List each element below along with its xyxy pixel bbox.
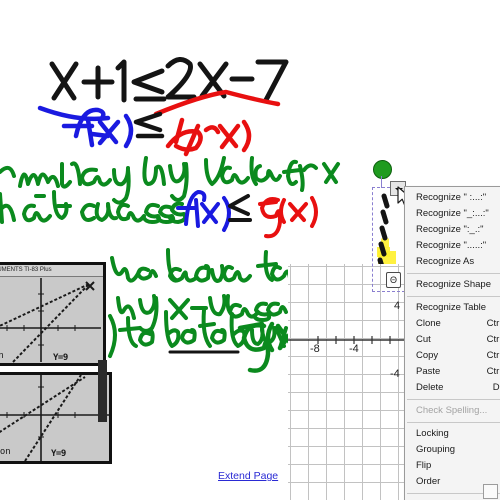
context-menu[interactable]: Recognize " :...:" Recognize "_:...:" Reco…: [404, 186, 500, 500]
calculator-y-label-bottom: Y=9: [51, 449, 66, 459]
context-menu-item-label: Locking: [416, 428, 449, 439]
calculator-screen-top: [0, 276, 103, 363]
context-menu-item-label: Check Spelling...: [416, 405, 488, 416]
context-menu-item[interactable]: Clone Ctrl+: [405, 316, 500, 332]
context-menu-separator: [407, 422, 500, 423]
ink-green-line-2: [0, 190, 188, 224]
context-menu-item-label: Recognize Table: [416, 302, 487, 313]
context-menu-item[interactable]: Recognize ".....:": [405, 238, 500, 254]
ink-equation-left: [49, 59, 127, 103]
context-menu-item-shortcut: Ctrl+: [486, 366, 500, 377]
context-menu-item-label: Paste: [416, 366, 441, 377]
ink-green-line-3: [110, 248, 292, 283]
context-menu-separator: [407, 399, 500, 400]
context-menu-item[interactable]: Locking: [405, 426, 500, 442]
rotate-handle[interactable]: [373, 160, 392, 179]
context-menu-item-label: Copy: [416, 350, 439, 361]
ink-leq-top: [131, 68, 167, 102]
context-menu-item[interactable]: Recognize "_:...:": [405, 206, 500, 222]
ink-leq-line2: [228, 194, 252, 222]
ink-leq-bottom: [133, 111, 165, 139]
ink-green-line-5: [108, 308, 288, 358]
y-tick-label-neg4: -4: [390, 368, 400, 380]
ink-green-line-1: [0, 156, 340, 205]
context-menu-item-label: Recognize Shape: [416, 279, 491, 290]
context-menu-item[interactable]: Paste Ctrl+: [405, 364, 500, 380]
context-menu-item[interactable]: Recognize As: [405, 254, 500, 270]
page-corner-handle[interactable]: [483, 484, 498, 499]
calculator-screenshot-top[interactable]: RUMENTS TI-83 Plus Y=9 on: [0, 262, 106, 366]
context-menu-item-label: Recognize " :...:": [416, 192, 487, 203]
context-menu-item[interactable]: Recognize ":_.:": [405, 222, 500, 238]
ink-gx-red-2: [258, 196, 318, 239]
context-menu-item: Check Spelling...: [405, 403, 500, 419]
context-menu-separator: [407, 273, 500, 274]
context-menu-item-label: Recognize "_:...:": [416, 208, 489, 219]
context-menu-item-label: Delete: [416, 382, 444, 393]
lock-badge-icon[interactable]: Θ: [386, 272, 401, 288]
whiteboard-canvas[interactable]: RUMENTS TI-83 Plus Y=9 on: [0, 0, 500, 500]
extend-page-link[interactable]: Extend Page: [218, 470, 278, 482]
context-menu-item-shortcut: Ctrl+: [486, 350, 500, 361]
context-menu-item[interactable]: Flip: [405, 458, 500, 474]
context-menu-item-label: Recognize As: [416, 256, 475, 267]
context-menu-item[interactable]: Copy Ctrl+: [405, 348, 500, 364]
context-menu-item-shortcut: Ctrl+: [486, 334, 500, 345]
context-menu-item[interactable]: Recognize " :...:": [405, 190, 500, 206]
context-menu-item-label: Clone: [416, 318, 441, 329]
ink-fx-blue-2: [176, 190, 231, 232]
context-menu-item[interactable]: Recognize Table: [405, 300, 500, 316]
context-menu-item-label: Grouping: [416, 444, 456, 455]
y-tick-label-4: 4: [394, 300, 401, 312]
context-menu-item-label: Cut: [416, 334, 431, 345]
context-menu-item-label: Flip: [416, 460, 432, 471]
calculator-left-label-bottom: tion: [0, 447, 11, 457]
x-tick-label-neg4: -4: [349, 343, 359, 355]
context-menu-item-label: Recognize ":_.:": [416, 224, 484, 235]
context-menu-item-label: Order: [416, 476, 441, 487]
calculator-y-label-top: Y=9: [53, 353, 68, 363]
context-menu-item[interactable]: Delete Del: [405, 380, 500, 396]
context-menu-item[interactable]: Cut Ctrl+: [405, 332, 500, 348]
ink-equation-right: [165, 57, 289, 103]
calculator-screenshot-bottom[interactable]: Y=9 tion: [0, 372, 112, 464]
context-menu-item-label: Recognize ".....:": [416, 240, 487, 251]
context-menu-item[interactable]: Grouping: [405, 442, 500, 458]
ink-gx-red: [153, 89, 281, 157]
context-menu-item[interactable]: Recognize Shape: [405, 277, 500, 293]
calculator-left-label-top: on: [0, 351, 4, 361]
calculator-stack-divider: [98, 360, 107, 422]
context-menu-separator: [407, 296, 500, 297]
context-menu-item-shortcut: Ctrl+: [486, 318, 500, 329]
ink-fx-blue: [37, 105, 134, 149]
x-tick-label-neg8: -8: [310, 343, 320, 355]
context-menu-item-shortcut: Del: [492, 382, 500, 393]
